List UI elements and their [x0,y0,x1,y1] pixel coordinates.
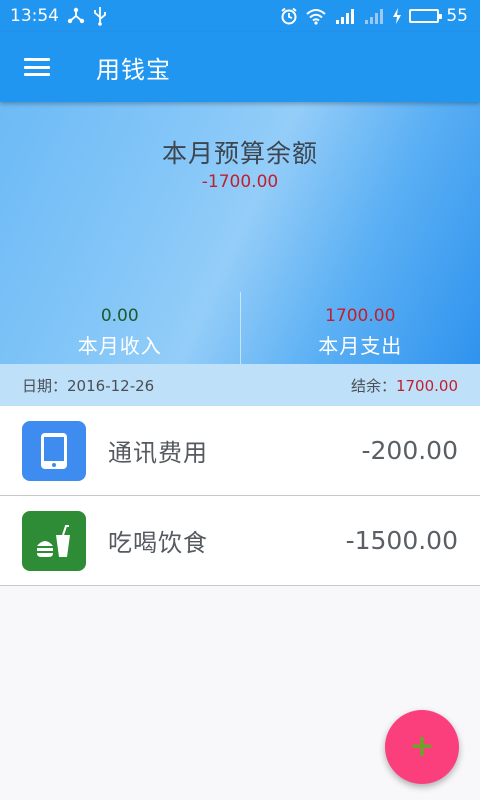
wifi-icon [305,7,327,25]
income-value: 0.00 [100,306,139,326]
share-icon [67,7,85,25]
battery-icon [409,9,443,23]
expense-section[interactable]: 1700.00 本月支出 [241,298,480,364]
app-bar: 用钱宝 [0,32,480,102]
budget-balance: -1700.00 [201,172,279,192]
plus-icon: + [409,729,435,764]
date-label: 日期： [22,376,68,395]
menu-button[interactable] [0,32,74,102]
budget-summary-panel: 本月预算余额 -1700.00 0.00 本月收入 1700.00 本月支出 [0,102,480,364]
record-amount: -1500.00 [345,526,458,555]
app-title: 用钱宝 [96,55,171,84]
signal-4g-icon [334,7,356,25]
remain-label: 结余： [350,376,396,395]
remain-value: 1700.00 [395,376,458,395]
tablet-icon [22,420,86,481]
expense-label: 本月支出 [318,334,403,358]
record-category: 通讯费用 [108,439,208,467]
record-list: 通讯费用 -200.00 吃喝饮食 -1500.00 [0,406,480,586]
income-expense-split: 0.00 本月收入 1700.00 本月支出 [0,292,480,364]
alarm-icon [280,7,298,25]
date-bar: 日期：2016-12-26 结余：1700.00 [0,364,480,406]
status-bar: 13:54 55 [0,0,480,32]
charging-icon [392,7,402,25]
date-value: 2016-12-26 [67,376,155,395]
expense-value: 1700.00 [325,306,396,326]
income-label: 本月收入 [77,334,162,358]
hamburger-menu-icon [24,58,50,76]
status-left: 13:54 [10,6,107,26]
battery-percent: 55 [446,6,468,26]
record-category: 吃喝饮食 [108,529,208,557]
list-item[interactable]: 通讯费用 -200.00 [0,406,480,496]
status-right: 55 [280,6,468,26]
status-time: 13:54 [10,6,59,26]
signal-empty-icon [363,7,385,25]
food-drink-icon [22,510,86,571]
record-amount: -200.00 [361,436,459,465]
budget-title: 本月预算余额 [161,139,318,168]
date-display: 日期：2016-12-26 [22,375,154,396]
add-record-button[interactable]: + [385,710,459,784]
remain-display: 结余：1700.00 [351,375,458,396]
income-section[interactable]: 0.00 本月收入 [0,298,240,364]
usb-icon [93,6,107,26]
list-item[interactable]: 吃喝饮食 -1500.00 [0,496,480,586]
